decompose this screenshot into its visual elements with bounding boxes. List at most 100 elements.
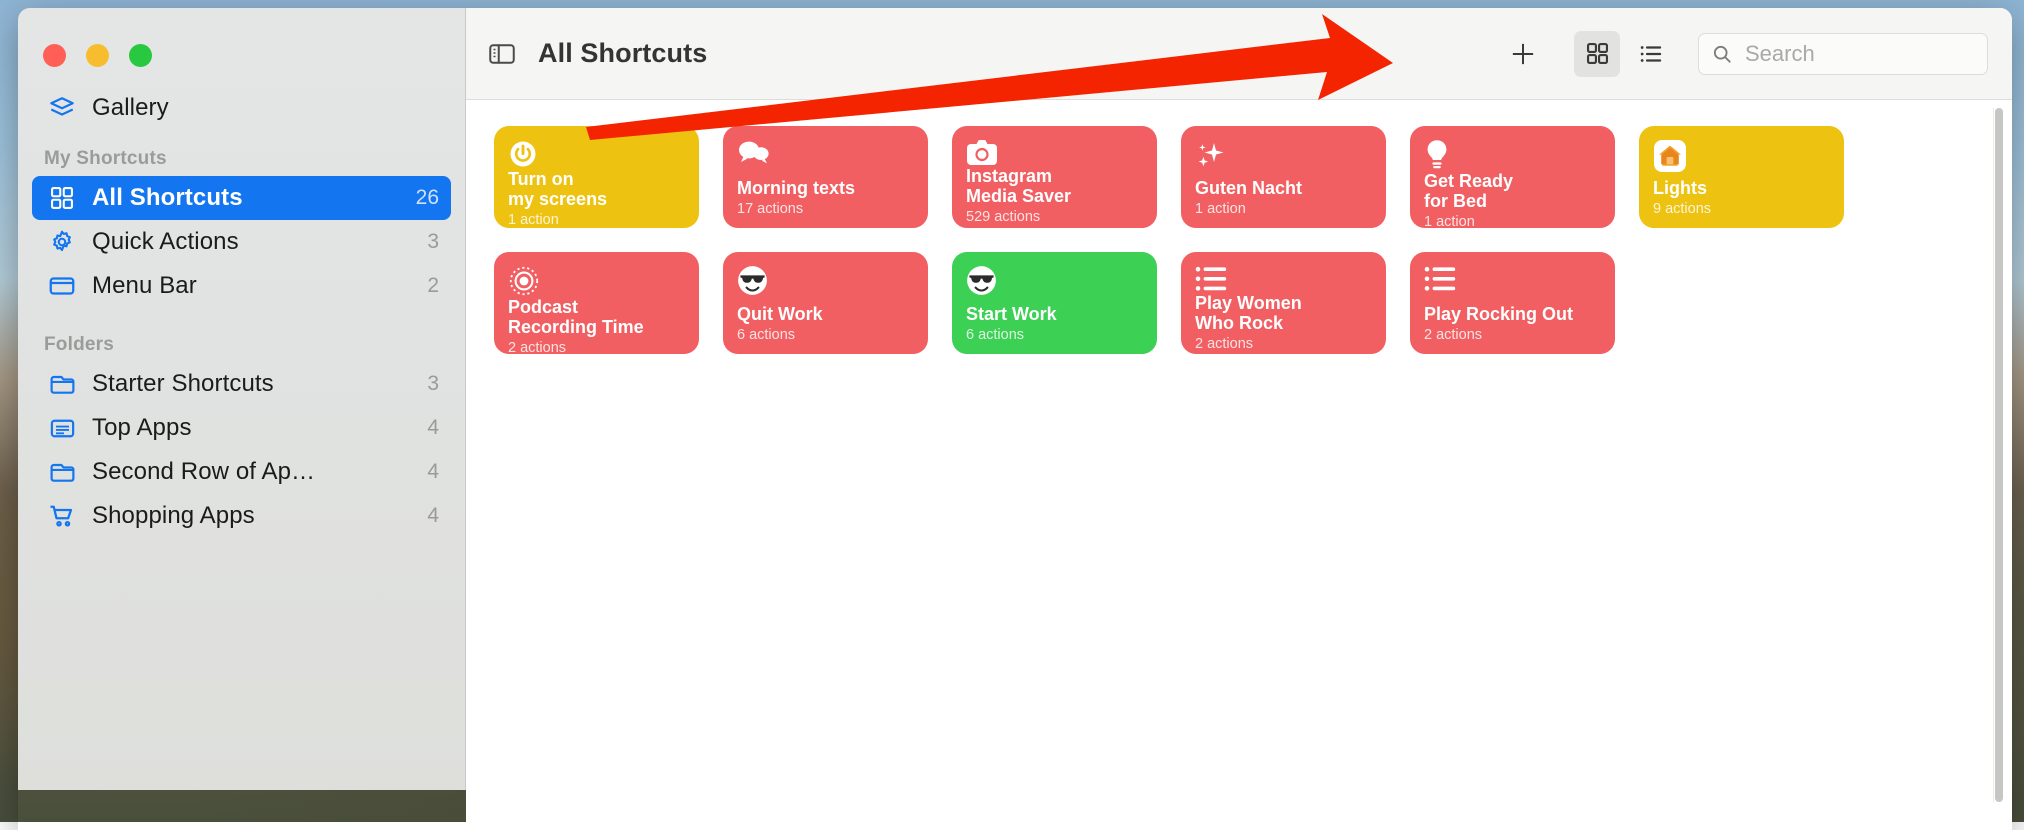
sidebar-item-label: All Shortcuts [80,184,408,212]
sidebar-item-count: 4 [419,504,439,528]
shortcut-card-name: Start Work [966,304,1143,324]
messages-bubbles-icon [737,139,914,173]
shortcut-card[interactable]: PodcastRecording Time2 actions [494,252,699,354]
shortcut-card-name: Play WomenWho Rock [1195,293,1372,333]
sidebar-item-label: Menu Bar [80,272,419,300]
sidebar-item-gallery[interactable]: Gallery [32,86,451,130]
sidebar-item-quick-actions[interactable]: Quick Actions 3 [32,220,451,264]
sidebar-item-second-row-of-apps[interactable]: Second Row of Ap… 4 [32,450,451,494]
shortcut-card-text: Lights9 actions [1653,178,1830,217]
sidebar-item-top-apps[interactable]: Top Apps 4 [32,406,451,450]
list-card-icon [44,414,80,443]
cart-icon [44,501,80,531]
shortcut-card-text: Start Work 6 actions [966,304,1143,343]
shortcut-card[interactable]: Quit Work 6 actions [723,252,928,354]
vertical-scrollbar[interactable] [1993,108,2003,802]
shortcut-card-action-count: 17 actions [737,201,914,217]
zoom-window-button[interactable] [129,44,152,67]
sidebar-item-count: 2 [419,274,439,298]
home-app-icon [1653,139,1830,173]
lightbulb-icon [1424,139,1601,171]
shortcut-card-name: InstagramMedia Saver [966,166,1143,206]
sidebar-item-label: Shopping Apps [80,502,419,530]
camera-icon [966,139,1143,166]
gallery-layers-icon [44,93,80,123]
shortcut-card[interactable]: Play Rocking Out 2 actions [1410,252,1615,354]
shortcut-card-action-count: 6 actions [966,327,1143,343]
sidebar-item-count: 4 [419,416,439,440]
sidebar-item-all-shortcuts[interactable]: All Shortcuts 26 [32,176,451,220]
shortcut-card[interactable]: Get Readyfor Bed 1 action [1410,126,1615,228]
shortcut-card-text: Play WomenWho Rock 2 actions [1195,293,1372,352]
shortcut-card[interactable]: Play WomenWho Rock 2 actions [1181,252,1386,354]
shortcut-card-text: Get Readyfor Bed 1 action [1424,171,1601,228]
shortcuts-grid: Turn onmy screens1 action Morning texts 17… [494,126,1874,354]
sidebar-group-title-folders: Folders [18,334,465,356]
shortcut-card-name: Play Rocking Out [1424,304,1601,324]
list-view-icon[interactable] [1628,31,1674,77]
page-title: All Shortcuts [538,38,707,69]
sunglasses-face-icon [966,265,1143,299]
shortcut-card-action-count: 1 action [1195,201,1372,217]
shortcut-card-text: Quit Work 6 actions [737,304,914,343]
shortcut-card-action-count: 2 actions [1424,327,1601,343]
shortcut-card[interactable]: Guten Nacht 1 action [1181,126,1386,228]
minimize-window-button[interactable] [86,44,109,67]
playlist-icon [1195,265,1372,293]
window-traffic-lights [43,44,152,67]
shortcut-card[interactable]: Morning texts 17 actions [723,126,928,228]
sidebar-item-label: Gallery [80,94,439,122]
sidebar-item-count: 4 [419,460,439,484]
shortcut-card-name: Guten Nacht [1195,178,1372,198]
sidebar-item-label: Second Row of Ap… [80,458,419,486]
shortcut-card-action-count: 1 action [1424,214,1601,228]
grid-view-icon[interactable] [1574,31,1620,77]
add-shortcut-button[interactable] [1500,31,1546,77]
shortcut-card[interactable]: InstagramMedia Saver 529 actions [952,126,1157,228]
shortcuts-grid-area: Turn onmy screens1 action Morning texts 17… [466,100,2012,830]
shortcut-card-text: Guten Nacht 1 action [1195,178,1372,217]
sidebar-item-count: 26 [408,186,439,210]
scrollbar-thumb[interactable] [1995,108,2003,802]
shortcut-card-action-count: 1 action [508,212,685,228]
sidebar-item-starter-shortcuts[interactable]: Starter Shortcuts 3 [32,362,451,406]
sparkles-icon [1195,139,1372,173]
shortcut-card-action-count: 2 actions [1195,336,1372,352]
close-window-button[interactable] [43,44,66,67]
sidebar-group-title-my-shortcuts: My Shortcuts [18,148,465,170]
grid-icon [44,184,80,212]
folder-icon [44,370,80,399]
sidebar-item-menu-bar[interactable]: Menu Bar 2 [32,264,451,308]
view-mode-segmented-control [1566,31,1674,77]
search-placeholder: Search [1733,41,1815,67]
shortcut-card[interactable]: Start Work 6 actions [952,252,1157,354]
sidebar-item-label: Top Apps [80,414,419,442]
shortcut-card-name: Get Readyfor Bed [1424,171,1601,211]
sidebar-toggle-icon[interactable] [480,32,524,76]
shortcut-card-text: Morning texts 17 actions [737,178,914,217]
toolbar: All Shortcuts [466,8,2012,100]
sidebar: Gallery My Shortcuts All Shortcuts 26 [18,8,466,790]
sidebar-item-count: 3 [419,372,439,396]
shortcut-card-name: PodcastRecording Time [508,297,685,337]
gear-icon [44,228,80,256]
playlist-icon [1424,265,1601,299]
folder-icon [44,458,80,487]
shortcut-card-text: Turn onmy screens1 action [508,169,685,228]
sidebar-item-label: Starter Shortcuts [80,370,419,398]
menubar-icon [44,271,80,301]
shortcut-card-name: Lights [1653,178,1830,198]
shortcut-card-action-count: 6 actions [737,327,914,343]
shortcut-card-text: Play Rocking Out 2 actions [1424,304,1601,343]
shortcut-card-name: Morning texts [737,178,914,198]
shortcut-card-name: Quit Work [737,304,914,324]
main-panel: All Shortcuts [466,8,2012,830]
shortcut-card[interactable]: Lights9 actions [1639,126,1844,228]
radio-waves-icon [508,265,685,297]
shortcut-card-action-count: 529 actions [966,209,1143,225]
power-icon [508,139,685,169]
search-input[interactable]: Search [1698,33,1988,75]
shortcut-card[interactable]: Turn onmy screens1 action [494,126,699,228]
shortcuts-app-window: Gallery My Shortcuts All Shortcuts 26 [18,8,2012,830]
sidebar-item-shopping-apps[interactable]: Shopping Apps 4 [32,494,451,538]
